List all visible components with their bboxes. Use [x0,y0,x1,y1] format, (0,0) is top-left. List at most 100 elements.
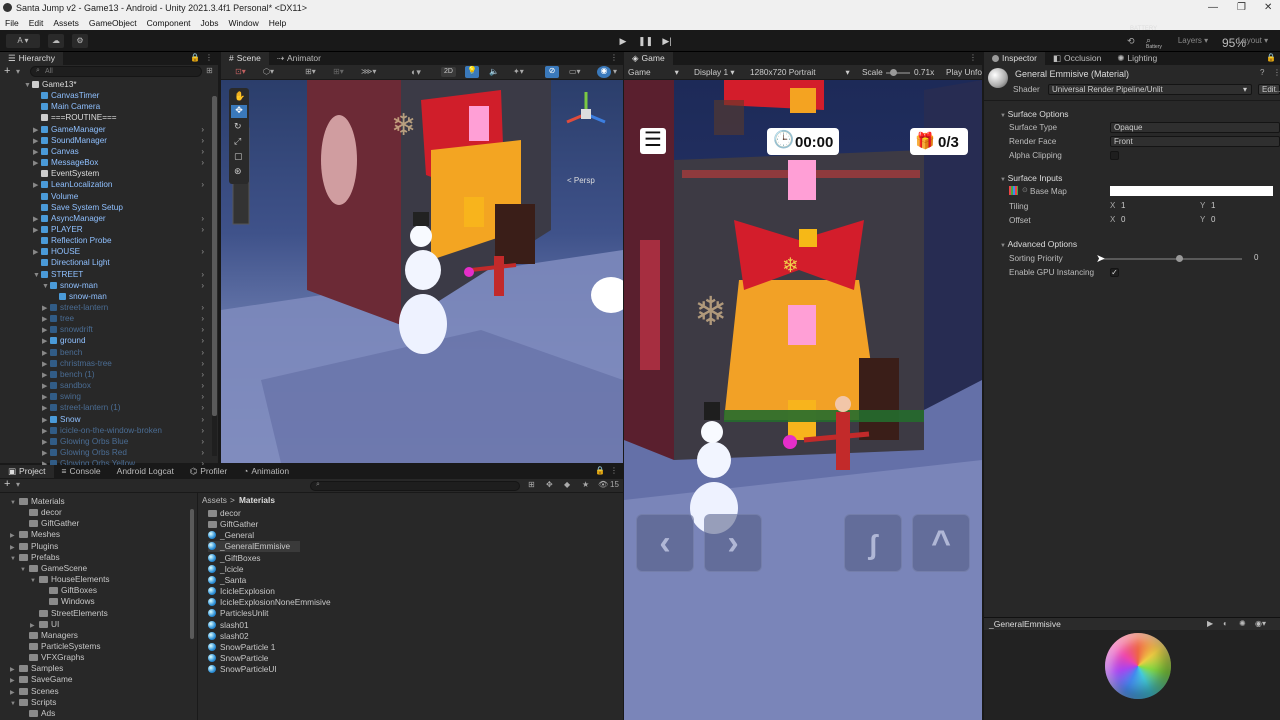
render-mode-icon[interactable]: ◐▾ [411,67,421,78]
open-prefab-icon[interactable]: › [201,224,204,235]
help-icon[interactable]: ? [1260,68,1264,77]
menu-item-jobs[interactable]: Jobs [201,18,219,28]
menu-item-assets[interactable]: Assets [53,18,79,28]
search-by-label-icon[interactable]: ✥ [546,480,553,489]
expand-down-icon[interactable]: ▼ [10,699,19,710]
tab-animator[interactable]: ⇢ Animator [269,52,329,65]
play-unfocused-dropdown[interactable]: Play Unfo [946,67,982,77]
scale-tool-icon[interactable]: ⤢ [234,136,241,147]
effects-icon[interactable]: ✦▾ [513,67,524,76]
hierarchy-row[interactable]: ===ROUTINE=== [0,112,210,123]
hierarchy-row[interactable]: ▶ Glowing Orbs Blue › [0,436,210,447]
transform-tool-icon[interactable]: ⊛ [234,166,242,177]
step-button[interactable]: ▶| [660,35,674,47]
asset-item[interactable]: IcicleExplosionNoneEmmisive [208,597,341,608]
projection-label[interactable]: < Persp [567,176,595,185]
close-icon[interactable]: ✕ [1264,0,1272,16]
scene-visibility-icon[interactable]: ⊞ [206,66,213,75]
folder-tree-item[interactable]: ▶ Meshes [10,529,60,540]
folder-tree-item[interactable]: ▶ Samples [10,663,63,674]
menu-item-file[interactable]: File [5,18,19,28]
layout-dropdown[interactable]: Layout ▾ [1230,34,1276,48]
sorting-priority-slider[interactable] [1100,255,1242,262]
rotate-tool-icon[interactable]: ↻ [234,121,242,132]
move-left-button[interactable]: ‹ [636,514,694,572]
tab-scene[interactable]: # Scene [221,52,269,65]
jump-button[interactable]: ^ [912,514,970,572]
open-prefab-icon[interactable]: › [201,414,204,425]
folder-tree-item[interactable]: ParticleSystems [20,641,100,652]
menu-item-edit[interactable]: Edit [29,18,44,28]
folder-tree-item[interactable]: ▼ Materials [10,496,65,507]
lock-icon[interactable]: 🔒 [190,53,200,62]
preview-light-icon[interactable]: ✺ [1239,619,1246,628]
asset-item[interactable]: ParticlesUnlit [208,608,278,619]
folder-tree-item[interactable]: StreetElements [30,608,108,619]
gpu-instancing-checkbox[interactable]: ✓ [1110,268,1119,277]
edit-shader-button[interactable]: Edit... [1258,84,1280,95]
toggle-2d-button[interactable]: 2D [441,67,456,77]
open-prefab-icon[interactable]: › [201,369,204,380]
play-button[interactable]: ▶ [616,35,630,47]
scale-slider[interactable] [886,69,910,76]
lock-icon[interactable]: 🔒 [1266,53,1276,62]
move-right-button[interactable]: › [704,514,762,572]
breadcrumb-assets[interactable]: Assets [202,495,227,505]
hidden-packages-icon[interactable]: 👁 [598,480,608,489]
scale-slider-thumb[interactable] [890,69,897,76]
asset-item[interactable]: slash01 [208,620,259,631]
kebab-menu-icon[interactable]: ⋮ [610,53,618,62]
folder-tree-item[interactable]: ▶ Scenes [10,686,59,697]
folder-tree-item[interactable]: ▼ Scripts [10,697,56,708]
project-search-field[interactable]: ⌕ [310,481,520,491]
audio-icon[interactable]: 🔈 [489,67,499,76]
pause-button[interactable]: ❚❚ [638,35,653,47]
hierarchy-row[interactable]: ▶ ground › [0,335,210,346]
tab-game[interactable]: ◈ Game [624,52,673,65]
open-prefab-icon[interactable]: › [201,313,204,324]
increment-snap-icon[interactable]: ⋙▾ [361,67,376,76]
grid-icon[interactable]: ⊞▾ [333,67,344,76]
open-prefab-icon[interactable]: › [201,380,204,391]
hierarchy-row[interactable]: Volume [0,191,210,202]
breadcrumb-materials[interactable]: Materials [239,495,275,505]
asset-item[interactable]: _Icicle [208,564,254,575]
expand-down-icon[interactable]: ▼ [20,565,29,576]
offset-x-field[interactable]: 0 [1118,215,1192,226]
hierarchy-scrollbar[interactable] [212,96,217,456]
minimize-icon[interactable]: — [1208,0,1218,16]
hierarchy-row[interactable]: ▶ christmas-tree › [0,358,210,369]
history-icon[interactable]: ⟲ [1127,36,1135,47]
folder-tree-item[interactable]: GiftBoxes [40,585,97,596]
add-icon[interactable]: + [4,65,10,77]
open-prefab-icon[interactable]: › [201,358,204,369]
open-prefab-icon[interactable]: › [201,391,204,402]
account-button[interactable]: A ▾ [6,34,40,48]
hierarchy-row[interactable]: ▶ bench (1) › [0,369,210,380]
shader-dropdown[interactable]: Universal Render Pipeline/Unlit ▾ [1048,84,1252,95]
dropdown-arrow-icon[interactable]: ▾ [16,67,20,76]
scene-viewport[interactable]: ❄ ✋ ✥ ↻ ⤢ ▢ ⊛ < Persp [221,80,623,463]
hierarchy-row[interactable]: ▶ SoundManager › [0,135,210,146]
preview-mesh-icon[interactable]: ◉▾ [1255,619,1266,628]
add-icon[interactable]: + [4,478,10,490]
picker-dot-icon[interactable]: ⊙ [1022,186,1028,194]
display-dropdown[interactable]: Display 1 ▾ [694,67,735,77]
grid-snap-icon[interactable]: ⊞▾ [305,67,316,76]
open-prefab-icon[interactable]: › [201,146,204,157]
folder-tree-item[interactable]: ▶ Plugins [10,541,58,552]
hierarchy-row[interactable]: ▶ swing › [0,391,210,402]
folder-tree-item[interactable]: ▶ UI [30,619,59,630]
asset-item[interactable]: _Santa [208,575,256,586]
rect-tool-icon[interactable]: ▢ [234,151,243,162]
hierarchy-row[interactable]: ▼ STREET › [0,269,210,280]
menu-item-window[interactable]: Window [229,18,259,28]
collab-icon[interactable]: ⚙ [72,34,88,48]
folder-tree-item[interactable]: ▼ Prefabs [10,552,60,563]
hierarchy-row[interactable]: Save System Setup [0,202,210,213]
hierarchy-row[interactable]: Reflection Probe [0,235,210,246]
render-face-dropdown[interactable]: Front [1110,136,1280,147]
maximize-icon[interactable]: ❐ [1237,0,1246,16]
asset-item[interactable]: _General [208,530,264,541]
tiling-y-field[interactable]: 1 [1208,201,1280,212]
